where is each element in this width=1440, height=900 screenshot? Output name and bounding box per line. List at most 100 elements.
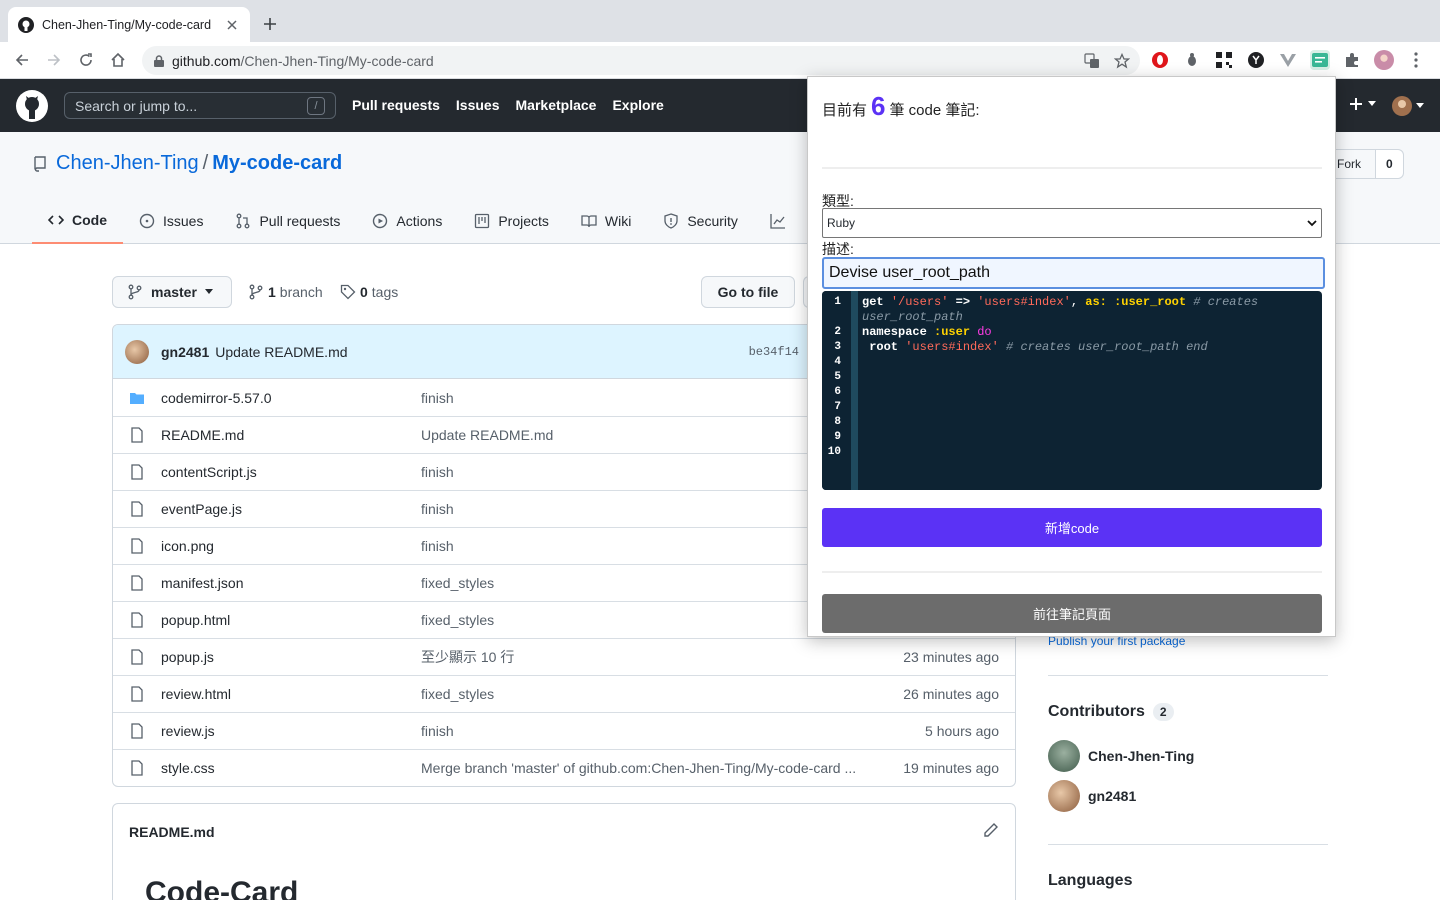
forward-icon[interactable] — [44, 50, 64, 70]
fork-button[interactable]: Fork 0 — [1330, 149, 1404, 179]
note-count-prefix: 目前有 — [822, 102, 868, 119]
file-commit-message[interactable]: 至少顯示 10 行 — [421, 647, 514, 667]
file-commit-message[interactable]: finish — [421, 501, 454, 517]
qr-code-extension-icon[interactable] — [1214, 50, 1234, 70]
browser-tabstrip: Chen-Jhen-Ting/My-code-card — [0, 0, 1440, 42]
line-number: 9 — [834, 431, 841, 443]
add-code-button[interactable]: 新增code — [822, 508, 1322, 547]
address-bar[interactable]: github.com/Chen-Jhen-Ting/My-code-card — [142, 46, 1140, 75]
table-row[interactable]: review.js finish 5 hours ago — [113, 712, 1015, 749]
branches-link[interactable]: 1 branch — [248, 284, 323, 300]
reload-icon[interactable] — [76, 50, 96, 70]
file-commit-message[interactable]: finish — [421, 390, 454, 406]
contributors-heading[interactable]: Contributors 2 — [1048, 703, 1174, 721]
back-icon[interactable] — [12, 50, 32, 70]
git-pull-request-icon — [237, 213, 250, 229]
file-commit-message[interactable]: Update README.md — [421, 427, 553, 443]
tab-code-label: Code — [72, 212, 107, 228]
bookmark-star-icon[interactable] — [1114, 52, 1130, 69]
go-to-notes-button[interactable]: 前往筆記頁面 — [822, 594, 1322, 633]
file-commit-age: 19 minutes ago — [903, 760, 999, 776]
file-name-link[interactable]: manifest.json — [161, 575, 243, 591]
table-row[interactable]: review.html fixed_styles 26 minutes ago — [113, 675, 1015, 712]
table-row[interactable]: popup.js 至少顯示 10 行 23 minutes ago — [113, 638, 1015, 675]
home-icon[interactable] — [108, 50, 128, 70]
repo-tabs: Code Issues Pull requests Actions Projec… — [32, 198, 802, 244]
tab-wiki[interactable]: Wiki — [565, 198, 647, 244]
description-input[interactable]: Devise user_root_path — [822, 257, 1325, 289]
github-search-input[interactable]: Search or jump to... / — [64, 92, 336, 119]
file-name-link[interactable]: README.md — [161, 427, 244, 443]
file-name-link[interactable]: popup.js — [161, 649, 214, 665]
file-commit-message[interactable]: fixed_styles — [421, 686, 494, 702]
nav-pull-requests[interactable]: Pull requests — [352, 97, 440, 113]
file-commit-message[interactable]: finish — [421, 538, 454, 554]
commit-author-avatar[interactable] — [125, 339, 149, 364]
nav-explore[interactable]: Explore — [612, 97, 663, 113]
tab-issues[interactable]: Issues — [123, 198, 219, 244]
tab-insights[interactable] — [754, 198, 802, 244]
file-commit-message[interactable]: Merge branch 'master' of github.com:Chen… — [421, 760, 856, 776]
line-number: 6 — [834, 386, 841, 398]
lock-icon[interactable] — [154, 54, 164, 67]
tags-link[interactable]: 0 tags — [340, 284, 398, 300]
table-row[interactable]: style.css Merge branch 'master' of github… — [113, 749, 1015, 786]
repo-name-link[interactable]: My-code-card — [212, 152, 342, 175]
new-tab-icon[interactable] — [260, 14, 280, 34]
yoyo-extension-icon[interactable] — [1246, 50, 1266, 70]
repo-owner-link[interactable]: Chen-Jhen-Ting — [56, 152, 199, 175]
commit-message[interactable]: Update README.md — [215, 344, 347, 360]
bug-extension-icon[interactable] — [1182, 50, 1202, 70]
tab-code[interactable]: Code — [32, 198, 123, 244]
nav-issues[interactable]: Issues — [456, 97, 500, 113]
code-icon — [48, 215, 64, 225]
file-name-link[interactable]: popup.html — [161, 612, 230, 628]
slash-shortcut-hint: / — [307, 96, 325, 115]
git-branch-icon — [249, 284, 263, 300]
tab-pull-requests[interactable]: Pull requests — [219, 198, 356, 244]
contributor-item[interactable]: Chen-Jhen-Ting — [1048, 740, 1194, 772]
browser-menu-icon[interactable] — [1406, 50, 1426, 70]
file-name-link[interactable]: contentScript.js — [161, 464, 257, 480]
tab-security[interactable]: Security — [647, 198, 754, 244]
extensions-puzzle-icon[interactable] — [1342, 50, 1362, 70]
branch-name: master — [151, 284, 197, 300]
file-commit-message[interactable]: fixed_styles — [421, 612, 494, 628]
file-name-link[interactable]: review.html — [161, 686, 231, 702]
contributors-title: Contributors — [1048, 703, 1145, 720]
file-commit-message[interactable]: finish — [421, 723, 454, 739]
browser-tab[interactable]: Chen-Jhen-Ting/My-code-card — [8, 7, 250, 42]
file-name-link[interactable]: eventPage.js — [161, 501, 242, 517]
repo-icon — [34, 155, 46, 172]
pencil-icon[interactable] — [983, 822, 999, 838]
code-card-extension-icon[interactable] — [1310, 50, 1330, 70]
user-avatar-menu[interactable] — [1392, 96, 1424, 116]
tab-projects[interactable]: Projects — [458, 198, 565, 244]
translate-icon[interactable] — [1084, 52, 1100, 69]
profile-avatar-icon[interactable] — [1374, 50, 1394, 70]
file-commit-message[interactable]: finish — [421, 464, 454, 480]
commit-author[interactable]: gn2481 — [161, 344, 209, 360]
opera-extension-icon[interactable] — [1150, 50, 1170, 70]
github-logo-icon[interactable] — [16, 90, 48, 122]
nav-marketplace[interactable]: Marketplace — [516, 97, 597, 113]
tab-close-icon[interactable] — [224, 17, 240, 33]
create-new-menu[interactable] — [1348, 96, 1376, 112]
file-name-link[interactable]: codemirror-5.57.0 — [161, 390, 272, 406]
go-to-file-button[interactable]: Go to file — [701, 276, 795, 308]
branch-select-button[interactable]: master — [112, 276, 232, 308]
file-name-link[interactable]: style.css — [161, 760, 215, 776]
git-branch-icon — [128, 284, 142, 300]
fork-count[interactable]: 0 — [1375, 150, 1403, 178]
tab-actions[interactable]: Actions — [356, 198, 458, 244]
code-editor[interactable]: 1 2 3 4 5 6 7 8 9 10 get '/users' => 'us… — [822, 291, 1322, 490]
language-select[interactable]: Ruby — [822, 208, 1322, 238]
issue-opened-icon — [139, 213, 155, 229]
file-commit-message[interactable]: fixed_styles — [421, 575, 494, 591]
contributor-item[interactable]: gn2481 — [1048, 780, 1136, 812]
file-name-link[interactable]: review.js — [161, 723, 215, 739]
vue-devtools-extension-icon[interactable] — [1278, 50, 1298, 70]
popup-divider — [822, 571, 1322, 573]
commit-sha[interactable]: be34f14 — [749, 345, 799, 359]
file-name-link[interactable]: icon.png — [161, 538, 214, 554]
